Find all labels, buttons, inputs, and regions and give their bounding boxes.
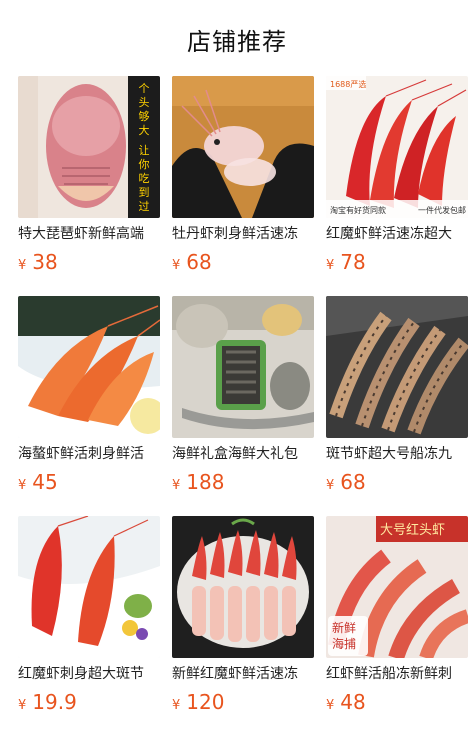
product-card[interactable]: 1688严选 淘宝有好货同款 一件代发包邮 红魔虾鲜活速冻超大 ¥78 [326,76,468,286]
product-price: ¥68 [326,470,366,494]
price-value: 19.9 [32,690,77,714]
product-name[interactable]: 红魔虾鲜活速冻超大 [326,224,468,244]
product-card[interactable]: 大号红头虾 新鲜 海捕 红虾鲜活船冻新鲜刺 ¥48 [326,516,468,726]
product-image[interactable] [326,296,468,438]
svg-text:够: 够 [139,110,150,123]
currency-symbol: ¥ [326,478,335,493]
product-card[interactable]: 海螯虾鲜活刺身鲜活 ¥45 [18,296,160,506]
product-name[interactable]: 红虾鲜活船冻新鲜刺 [326,664,468,684]
product-card[interactable]: 新鲜红魔虾鲜活速冻 ¥120 [172,516,314,726]
svg-text:1688严选: 1688严选 [330,79,366,89]
currency-symbol: ¥ [18,478,27,493]
svg-text:海捕: 海捕 [332,636,356,651]
price-value: 45 [32,470,58,494]
product-name[interactable]: 特大琵琶虾新鲜高端 [18,224,160,244]
svg-text:个: 个 [139,82,150,95]
price-value: 188 [186,470,225,494]
product-price: ¥19.9 [18,690,77,714]
product-name[interactable]: 牡丹虾刺身鲜活速冻 [172,224,314,244]
svg-text:淘宝有好货同款: 淘宝有好货同款 [330,205,386,215]
product-image[interactable] [172,296,314,438]
price-value: 68 [186,250,212,274]
product-card[interactable]: 红魔虾刺身超大斑节 ¥19.9 [18,516,160,726]
svg-text:头: 头 [139,96,150,109]
price-value: 48 [340,690,366,714]
currency-symbol: ¥ [18,258,27,273]
svg-text:你: 你 [139,158,150,171]
product-image[interactable]: 个 头 够 大 让 你 吃 到 过 [18,76,160,218]
svg-text:让: 让 [139,144,150,157]
svg-text:过: 过 [139,200,150,213]
product-image[interactable]: 大号红头虾 新鲜 海捕 [326,516,468,658]
price-value: 120 [186,690,225,714]
svg-text:到: 到 [139,186,150,199]
currency-symbol: ¥ [172,478,181,493]
product-image[interactable]: 1688严选 淘宝有好货同款 一件代发包邮 [326,76,468,218]
svg-text:吃: 吃 [139,172,150,185]
currency-symbol: ¥ [172,698,181,713]
product-price: ¥78 [326,250,366,274]
product-name[interactable]: 海螯虾鲜活刺身鲜活 [18,444,160,464]
currency-symbol: ¥ [172,258,181,273]
svg-text:大号红头虾: 大号红头虾 [380,522,445,538]
product-image[interactable] [18,296,160,438]
page-title: 店铺推荐 [187,28,287,56]
product-price: ¥188 [172,470,224,494]
price-value: 38 [32,250,58,274]
price-value: 78 [340,250,366,274]
product-card[interactable]: 斑节虾超大号船冻九 ¥68 [326,296,468,506]
product-price: ¥38 [18,250,58,274]
product-card[interactable]: 个 头 够 大 让 你 吃 到 过 特大琵琶虾新鲜高端 ¥38 [18,76,160,286]
price-value: 68 [340,470,366,494]
currency-symbol: ¥ [18,698,27,713]
product-name[interactable]: 红魔虾刺身超大斑节 [18,664,160,684]
product-price: ¥68 [172,250,212,274]
product-card[interactable]: 海鲜礼盒海鲜大礼包 ¥188 [172,296,314,506]
product-image[interactable] [172,76,314,218]
product-price: ¥45 [18,470,58,494]
product-price: ¥48 [326,690,366,714]
product-price: ¥120 [172,690,224,714]
svg-text:一件代发包邮: 一件代发包邮 [418,205,466,215]
product-image[interactable] [172,516,314,658]
currency-symbol: ¥ [326,258,335,273]
product-image[interactable] [18,516,160,658]
product-name[interactable]: 新鲜红魔虾鲜活速冻 [172,664,314,684]
product-name[interactable]: 海鲜礼盒海鲜大礼包 [172,444,314,464]
currency-symbol: ¥ [326,698,335,713]
product-card[interactable]: 牡丹虾刺身鲜活速冻 ¥68 [172,76,314,286]
svg-text:新鲜: 新鲜 [332,620,356,635]
svg-text:大: 大 [139,123,150,137]
product-name[interactable]: 斑节虾超大号船冻九 [326,444,468,464]
